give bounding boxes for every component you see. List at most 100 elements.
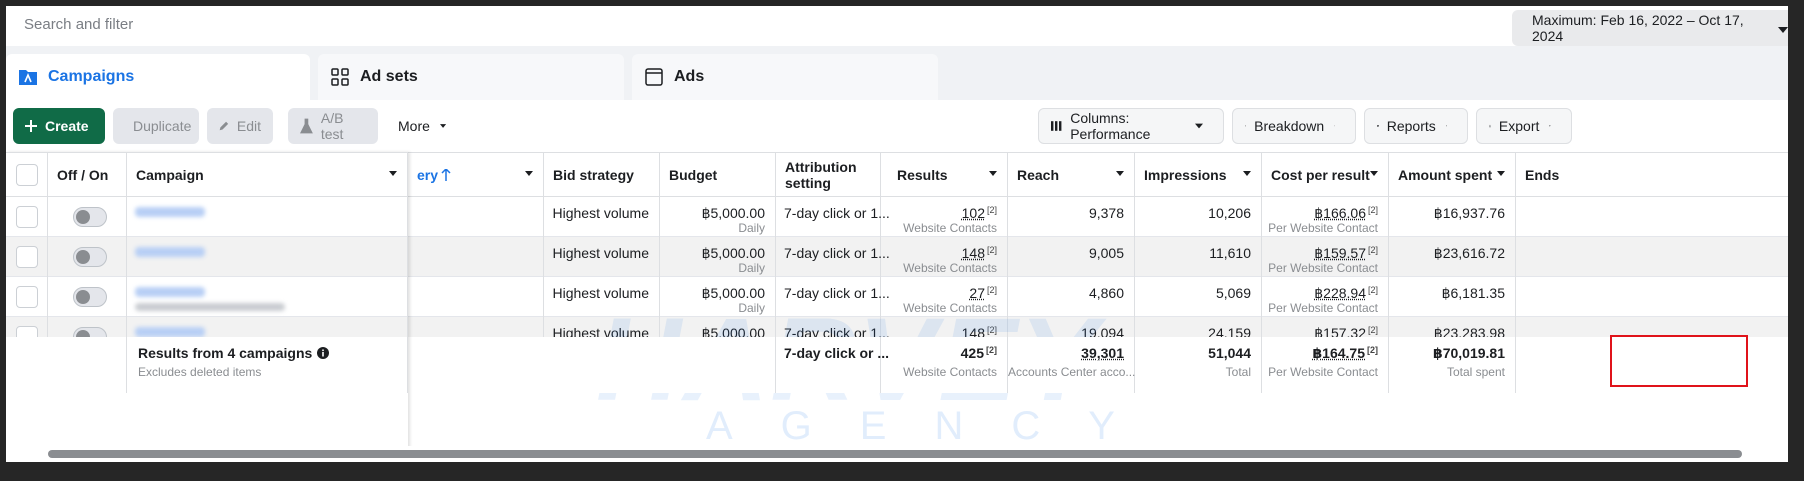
reports-label: Reports — [1386, 118, 1436, 134]
tab-ad-sets[interactable]: Ad sets — [318, 54, 624, 100]
search-input[interactable] — [24, 10, 1504, 38]
reach-value: 9,378 — [1088, 205, 1124, 221]
totals-cpr-value[interactable]: ฿164.75 — [1312, 345, 1365, 361]
campaign-toggle[interactable] — [73, 247, 107, 267]
col-label: Impressions — [1144, 167, 1227, 183]
campaign-toggle[interactable] — [73, 287, 107, 307]
budget-cell: ฿5,000.00Daily — [660, 277, 776, 317]
edit-button[interactable]: Edit — [207, 108, 273, 144]
table-row[interactable]: Highest volume ฿5,000.00Daily 7-day click … — [6, 237, 1788, 277]
col-impressions[interactable]: Impressions — [1135, 153, 1262, 197]
caret-down-icon[interactable] — [525, 171, 533, 176]
highlight-box — [1610, 335, 1748, 387]
export-button[interactable]: Export — [1476, 108, 1572, 144]
row-checkbox[interactable] — [16, 206, 38, 228]
chevron-down-icon — [1334, 125, 1335, 127]
horizontal-scrollbar[interactable] — [6, 446, 1788, 462]
cost-per-result-cell: ฿159.57 [2] Per Website Contact — [1262, 237, 1389, 277]
impressions-cell: 10,206 — [1135, 197, 1262, 237]
totals-reach-value[interactable]: 39,301 — [1008, 345, 1124, 361]
col-ends[interactable]: Ends — [1516, 153, 1576, 197]
caret-down-icon[interactable] — [1116, 171, 1124, 176]
table-row[interactable]: Highest volume ฿5,000.00Daily 7-day click … — [6, 277, 1788, 317]
col-budget[interactable]: Budget — [660, 153, 776, 197]
breakdown-button[interactable]: Breakdown — [1232, 108, 1356, 144]
budget-value[interactable]: ฿5,000.00 — [660, 205, 765, 222]
budget-sub: Daily — [738, 261, 765, 275]
caret-down-icon[interactable] — [389, 171, 397, 176]
totals-spacer — [6, 337, 127, 393]
more-button[interactable]: More — [386, 108, 466, 144]
budget-value[interactable]: ฿5,000.00 — [660, 285, 765, 302]
col-reach[interactable]: Reach — [1008, 153, 1135, 197]
scrollbar-thumb[interactable] — [48, 450, 1742, 458]
cost-per-result-value[interactable]: ฿166.06 — [1314, 205, 1366, 221]
col-delivery[interactable]: ery — [408, 153, 544, 197]
ends-cell — [1516, 237, 1576, 277]
row-checkbox[interactable] — [16, 246, 38, 268]
duplicate-button[interactable]: Duplicate — [113, 108, 199, 144]
col-cost-per-result[interactable]: Cost per result — [1262, 153, 1389, 197]
create-button[interactable]: Create — [13, 108, 105, 144]
campaign-name-redacted[interactable] — [135, 287, 205, 297]
caret-down-icon[interactable] — [1370, 171, 1378, 176]
tab-ads[interactable]: Ads — [632, 54, 938, 100]
totals-results-value: 425 — [960, 345, 984, 361]
totals-title: Results from 4 campaigns — [138, 345, 313, 361]
select-all-checkbox[interactable] — [16, 164, 38, 186]
cost-per-result-value[interactable]: ฿228.94 — [1314, 285, 1366, 301]
col-label: Campaign — [136, 167, 204, 183]
bid-strategy-value: Highest volume — [552, 205, 650, 221]
tag-marker: [2] — [986, 245, 997, 255]
col-bid-strategy[interactable]: Bid strategy — [544, 153, 660, 197]
spent-value: ฿16,937.76 — [1433, 205, 1505, 221]
tag-marker: [2] — [1367, 345, 1378, 355]
campaign-toggle[interactable] — [73, 207, 107, 227]
tab-label: Ad sets — [360, 68, 418, 85]
reports-button[interactable]: Reports — [1364, 108, 1468, 144]
toggle-cell — [48, 277, 127, 317]
breakdown-icon — [1245, 125, 1247, 127]
budget-value[interactable]: ฿5,000.00 — [660, 245, 765, 262]
chevron-down-icon — [439, 124, 446, 128]
col-amount-spent[interactable]: Amount spent — [1389, 153, 1516, 197]
impressions-cell: 5,069 — [1135, 277, 1262, 317]
col-label: Cost per result — [1271, 167, 1370, 183]
tab-campaigns[interactable]: Campaigns — [6, 54, 310, 100]
row-checkbox[interactable] — [16, 286, 38, 308]
cost-per-result-cell: ฿228.94 [2] Per Website Contact — [1262, 277, 1389, 317]
campaign-name-redacted[interactable] — [135, 207, 205, 217]
grid-icon — [330, 67, 350, 87]
reach-cell: 9,378 — [1008, 197, 1135, 237]
spent-cell: ฿6,181.35 — [1389, 277, 1516, 317]
col-campaign[interactable]: Campaign — [127, 153, 408, 197]
campaign-name-redacted[interactable] — [135, 247, 205, 257]
attribution-value: 7-day click or 1... — [784, 245, 890, 261]
col-off-on[interactable]: Off / On — [48, 153, 127, 197]
info-icon[interactable] — [317, 347, 330, 359]
columns-button[interactable]: Columns: Performance — [1038, 108, 1224, 144]
cost-per-result-sub: Per Website Contact — [1268, 261, 1378, 275]
col-label: Attribution setting — [785, 159, 857, 191]
date-range-button[interactable]: Maximum: Feb 16, 2022 – Oct 17, 2024 — [1512, 10, 1788, 46]
results-value[interactable]: 102 — [962, 205, 985, 221]
results-value[interactable]: 148 — [962, 245, 985, 261]
impressions-cell: 11,610 — [1135, 237, 1262, 277]
results-sub: Website Contacts — [903, 261, 997, 275]
caret-down-icon[interactable] — [989, 171, 997, 176]
cost-per-result-value[interactable]: ฿159.57 — [1314, 245, 1366, 261]
caret-down-icon[interactable] — [1243, 171, 1251, 176]
impressions-value: 11,610 — [1209, 245, 1251, 261]
campaigns-table: Off / On Campaign ery Bid strategy Budge… — [6, 152, 1788, 452]
export-label: Export — [1498, 118, 1540, 134]
results-value[interactable]: 27 — [969, 285, 985, 301]
col-attribution[interactable]: Attribution setting — [776, 153, 881, 197]
ab-test-button[interactable]: A/B test — [288, 108, 378, 144]
campaign-name-redacted[interactable] — [135, 327, 205, 337]
caret-down-icon[interactable] — [1497, 171, 1505, 176]
tag-marker: [2] — [986, 205, 997, 215]
col-results[interactable]: Results — [881, 153, 1008, 197]
table-row[interactable]: Highest volume ฿5,000.00Daily 7-day click … — [6, 197, 1788, 237]
ads-manager: Maximum: Feb 16, 2022 – Oct 17, 2024 Cam… — [6, 6, 1788, 462]
totals-impressions-sub: Total — [1225, 365, 1251, 379]
